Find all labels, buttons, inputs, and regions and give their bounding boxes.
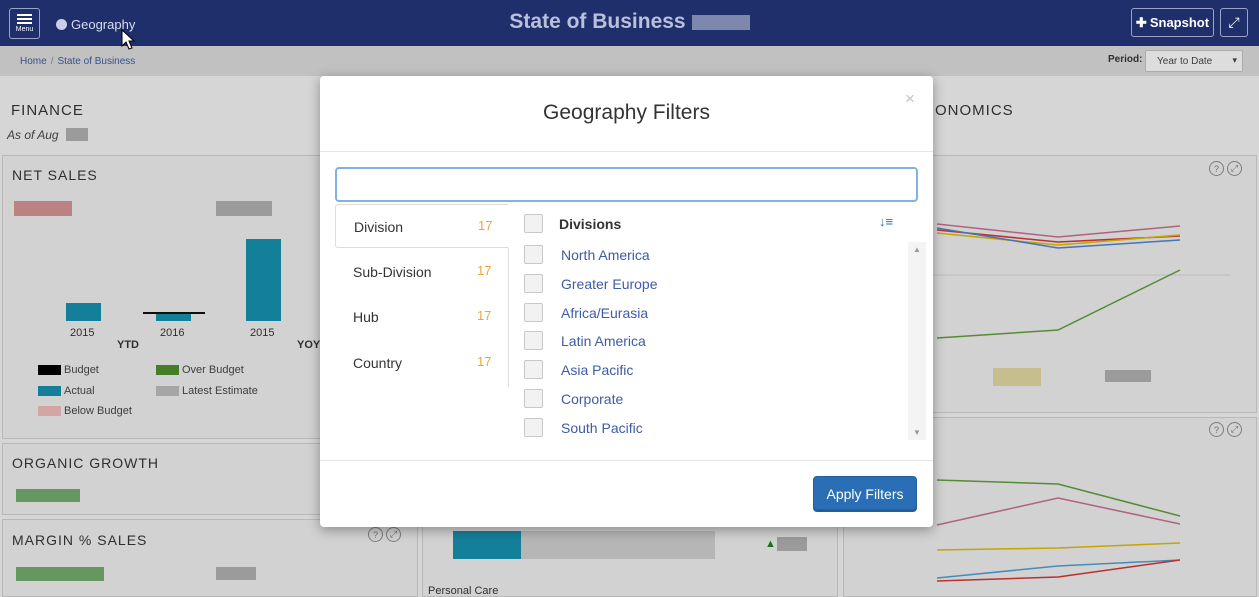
close-icon[interactable]: × <box>905 89 915 109</box>
top-navbar: Menu Geography State of Business ✚ Snaps… <box>0 0 1259 46</box>
item-checkbox[interactable] <box>524 360 543 379</box>
item-label[interactable]: South Pacific <box>561 420 643 436</box>
tab-label: Division <box>354 219 404 235</box>
item-checkbox[interactable] <box>524 389 543 408</box>
plus-icon: ✚ <box>1135 14 1147 30</box>
mouse-cursor-icon <box>121 29 136 50</box>
list-item[interactable]: South Pacific <box>509 415 904 444</box>
item-checkbox[interactable] <box>524 418 543 437</box>
tab-division[interactable]: Division 17 <box>335 204 509 248</box>
geography-filters-modal: Geography Filters × Division 17 Sub-Divi… <box>320 76 933 527</box>
tab-count: 17 <box>478 218 493 233</box>
item-label[interactable]: Corporate <box>561 391 623 407</box>
list-scroll-area[interactable]: North America Greater Europe Africa/Eura… <box>509 242 918 440</box>
select-all-checkbox[interactable] <box>524 214 543 233</box>
divisions-list: Divisions ↓≡ North America Greater Europ… <box>509 204 926 444</box>
page-title: State of Business <box>0 10 1259 34</box>
scroll-up-icon[interactable]: ▲ <box>913 245 921 254</box>
tab-sub-division[interactable]: Sub-Division 17 <box>335 250 509 294</box>
tab-label: Country <box>353 355 403 371</box>
list-item[interactable]: Latin America <box>509 328 904 357</box>
fullscreen-icon: ⤢ <box>1228 14 1240 30</box>
modal-title: Geography Filters <box>543 101 710 124</box>
redacted-block <box>691 14 750 30</box>
list-item[interactable]: Africa/Eurasia <box>509 300 904 329</box>
item-checkbox[interactable] <box>524 331 543 350</box>
list-item[interactable]: Greater Europe <box>509 271 904 300</box>
item-checkbox[interactable] <box>524 303 543 322</box>
tab-country[interactable]: Country 17 <box>335 341 509 385</box>
list-scrollbar[interactable]: ▲ ▼ <box>908 242 926 440</box>
tab-label: Sub-Division <box>353 264 432 280</box>
tab-count: 17 <box>477 263 492 278</box>
apply-filters-button[interactable]: Apply Filters <box>813 476 917 512</box>
item-label[interactable]: Africa/Eurasia <box>561 305 648 321</box>
list-header: Divisions ↓≡ <box>509 204 918 242</box>
fullscreen-button[interactable]: ⤢ <box>1220 8 1248 37</box>
list-header-label: Divisions <box>559 216 622 232</box>
tab-label: Hub <box>353 309 379 325</box>
snapshot-label: Snapshot <box>1149 15 1210 30</box>
list-item[interactable]: Corporate <box>509 386 904 415</box>
filter-level-tabs: Division 17 Sub-Division 17 Hub 17 Count… <box>335 204 509 387</box>
tab-count: 17 <box>477 354 492 369</box>
item-label[interactable]: North America <box>561 247 650 263</box>
tab-hub[interactable]: Hub 17 <box>335 295 509 339</box>
divider <box>320 151 933 152</box>
divider <box>320 460 933 461</box>
list-item[interactable]: North America <box>509 242 904 271</box>
item-checkbox[interactable] <box>524 245 543 264</box>
list-item[interactable]: Asia Pacific <box>509 357 904 386</box>
item-checkbox[interactable] <box>524 274 543 293</box>
item-label[interactable]: Asia Pacific <box>561 362 633 378</box>
filter-search-input[interactable] <box>335 167 918 202</box>
page-title-text: State of Business <box>509 10 686 33</box>
sort-icon[interactable]: ↓≡ <box>879 214 893 229</box>
snapshot-button[interactable]: ✚ Snapshot <box>1131 8 1214 37</box>
scroll-down-icon[interactable]: ▼ <box>913 428 921 437</box>
item-label[interactable]: Greater Europe <box>561 276 658 292</box>
item-label[interactable]: Latin America <box>561 333 646 349</box>
tab-count: 17 <box>477 308 492 323</box>
